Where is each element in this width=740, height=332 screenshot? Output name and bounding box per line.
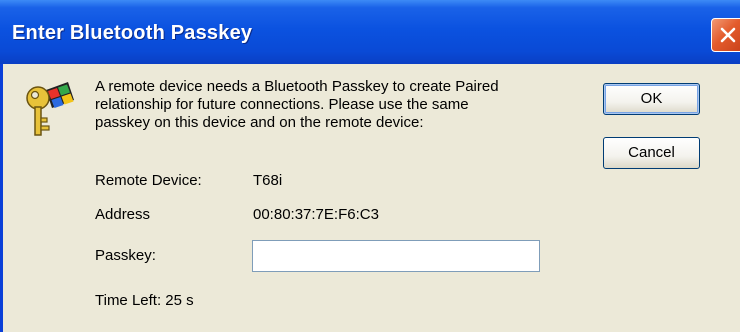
instruction-message: A remote device needs a Bluetooth Passke… — [95, 78, 585, 132]
title-bar[interactable]: Enter Bluetooth Passkey — [0, 0, 740, 64]
remote-device-value: T68i — [253, 172, 283, 189]
close-button[interactable] — [711, 18, 740, 52]
message-line: A remote device needs a Bluetooth Passke… — [95, 78, 499, 95]
address-label: Address — [95, 206, 151, 223]
time-left-label: Time Left: 25 s — [95, 292, 194, 309]
remote-device-label: Remote Device: — [95, 172, 202, 189]
address-value: 00:80:37:7E:F6:C3 — [253, 206, 379, 223]
message-line: relationship for future connections. Ple… — [95, 96, 469, 113]
passkey-label: Passkey: — [95, 247, 156, 264]
close-icon — [720, 27, 736, 43]
key-security-icon — [26, 82, 74, 136]
bluetooth-passkey-dialog: Enter Bluetooth Passkey A remote device … — [0, 0, 740, 332]
ok-button[interactable]: OK — [603, 83, 700, 115]
cancel-button[interactable]: Cancel — [603, 137, 700, 169]
window-title: Enter Bluetooth Passkey — [12, 22, 253, 44]
passkey-input[interactable] — [252, 240, 540, 272]
message-line: passkey on this device and on the remote… — [95, 114, 424, 131]
